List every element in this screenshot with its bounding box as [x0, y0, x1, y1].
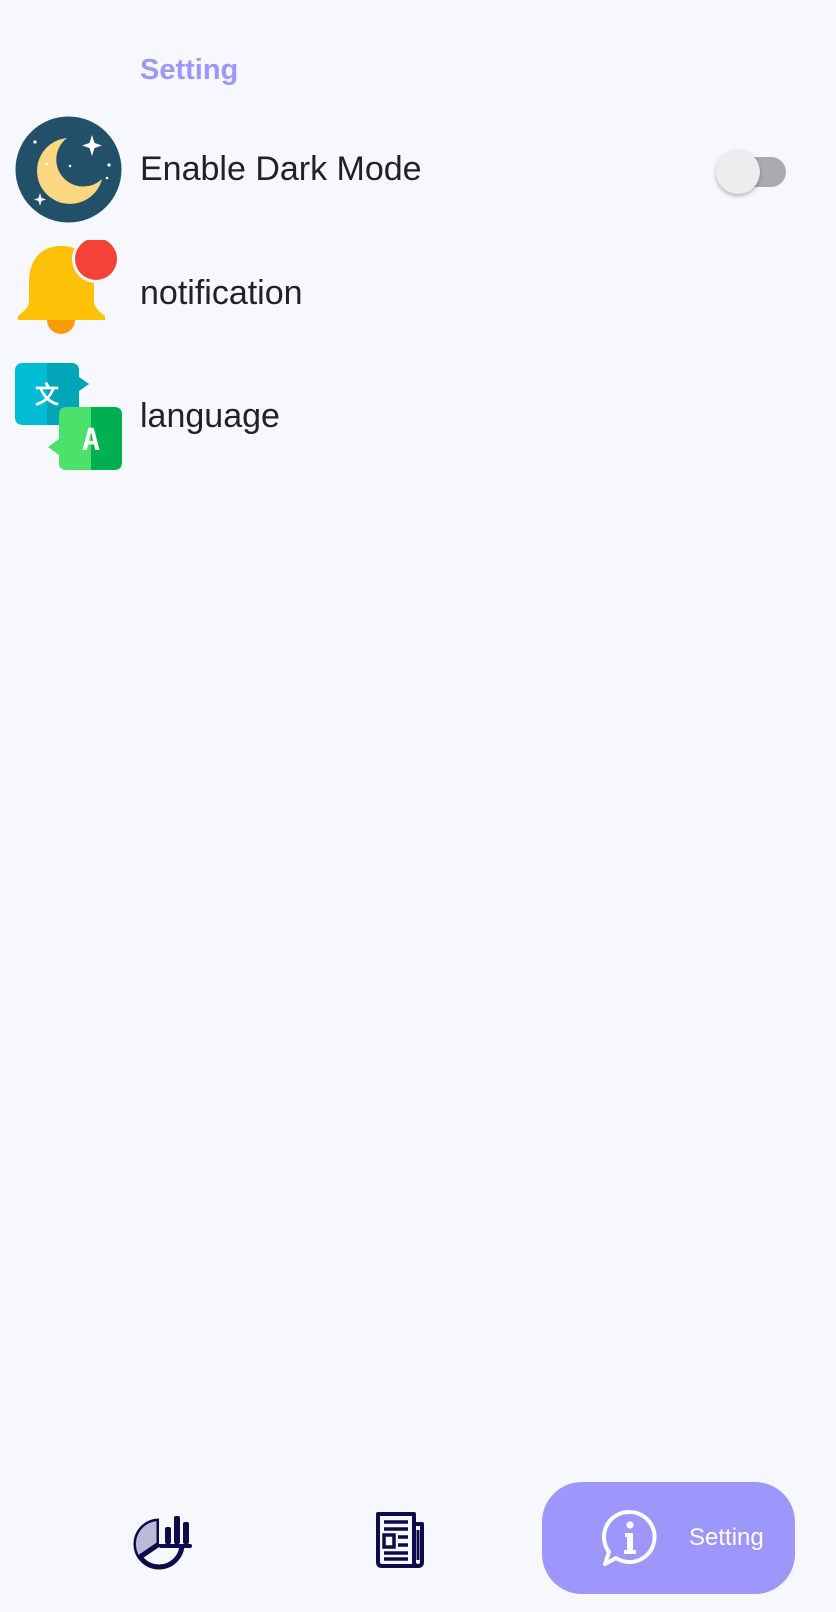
newspaper-icon — [370, 1512, 430, 1574]
nav-item-setting[interactable]: Setting — [542, 1482, 795, 1594]
setting-row-dark-mode[interactable]: Enable Dark Mode — [0, 113, 836, 223]
nav-item-stats[interactable] — [132, 1511, 192, 1571]
setting-row-language[interactable]: 文 A language — [0, 360, 836, 470]
setting-row-notification[interactable]: notification — [0, 235, 836, 347]
nav-item-news[interactable] — [370, 1510, 430, 1570]
setting-label-language: language — [140, 397, 280, 435]
dark-mode-toggle[interactable] — [716, 143, 792, 194]
svg-text:A: A — [82, 423, 100, 458]
nav-label-setting: Setting — [689, 1524, 764, 1551]
moon-icon — [15, 116, 122, 223]
setting-label-notification: notification — [140, 274, 303, 312]
bell-icon — [15, 235, 122, 347]
svg-text:文: 文 — [35, 381, 60, 409]
toggle-thumb — [716, 150, 760, 194]
setting-label-dark-mode: Enable Dark Mode — [140, 150, 422, 188]
info-icon — [600, 1508, 660, 1568]
bottom-navigation: Setting — [0, 1470, 836, 1612]
page-title: Setting — [140, 54, 239, 86]
translate-icon: 文 A — [15, 363, 122, 470]
chart-icon — [132, 1513, 192, 1575]
